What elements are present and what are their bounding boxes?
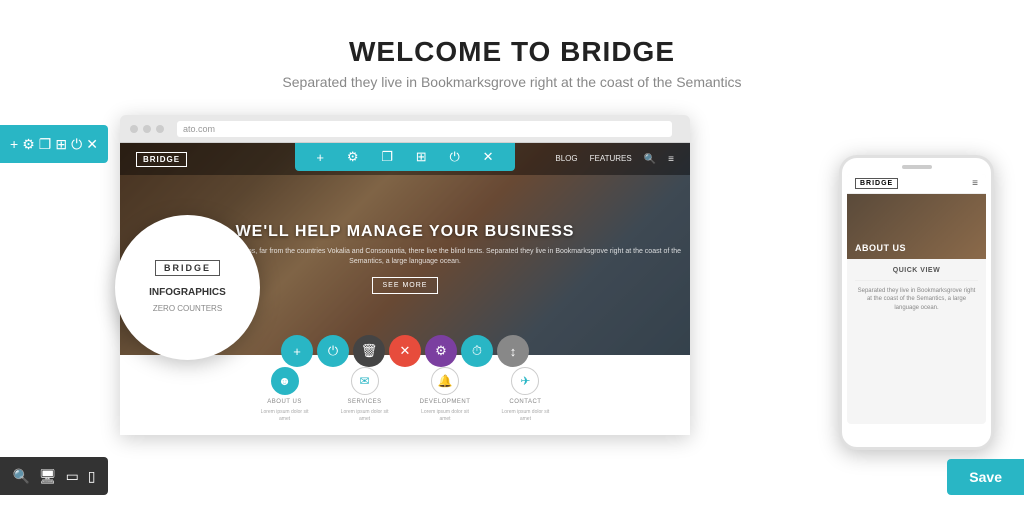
floating-edit-toolbar: + ⏻ 🗑 ✕ ⚙ ⏱ ↕ (281, 335, 529, 367)
site-features: ☻ ABOUT US Lorem ipsum dolor sit amet ✉ … (120, 355, 690, 435)
browser-dot-3 (156, 125, 164, 133)
bottom-toolbar: 🔍 🖥 ▭ ▯ (0, 457, 108, 495)
float-gear-button[interactable]: ⚙ (425, 335, 457, 367)
browser-gear-icon[interactable]: ⚙ (347, 149, 359, 165)
feature-development-label: DEVELOPMENT (420, 399, 471, 405)
monitor-icon[interactable]: 🖥 (39, 468, 57, 485)
site-nav-links: BLOG FEATURES 🔍 ≡ (555, 154, 674, 165)
feature-about-icon: ☻ (271, 367, 299, 395)
feature-about: ☻ ABOUT US Lorem ipsum dolor sit amet (260, 367, 310, 422)
feature-contact-text: Lorem ipsum dolor sit amet (500, 409, 550, 422)
browser-url: ato.com (177, 121, 672, 137)
circle-item-1: INFOGRAPHICS (149, 287, 226, 298)
feature-contact-label: CONTACT (509, 399, 541, 405)
trash-icon[interactable]: ✕ (86, 136, 98, 153)
feature-services-label: SERVICES (347, 399, 381, 405)
site-logo: BRIDGE (136, 152, 187, 167)
feature-services-text: Lorem ipsum dolor sit amet (340, 409, 390, 422)
mobile-hero: ABOUT US (847, 194, 986, 259)
copy-icon[interactable]: ❐ (39, 136, 52, 153)
search-icon[interactable]: 🔍 (12, 468, 29, 485)
nav-search-icon[interactable]: 🔍 (644, 154, 656, 165)
main-content: + ⚙ ❐ ⊞ ⏻ ✕ 🔍 🖥 ▭ ▯ Save BRIDGE INFOGRAP… (0, 115, 1024, 505)
float-chart-button[interactable]: ↕ (497, 335, 529, 367)
add-icon[interactable]: + (10, 136, 18, 152)
browser-toolbar-overlay: + ⚙ ❐ ⊞ ⏻ ✕ (295, 143, 515, 171)
feature-about-text: Lorem ipsum dolor sit amet (260, 409, 310, 422)
save-button[interactable]: Save (947, 459, 1024, 495)
gear-icon[interactable]: ⚙ (22, 136, 35, 153)
header-section: WELCOME TO BRIDGE Separated they live in… (0, 0, 1024, 110)
browser-grid-icon[interactable]: ⊞ (416, 149, 427, 165)
float-power-button[interactable]: ⏻ (317, 335, 349, 367)
mobile-mockup: BRIDGE ≡ ABOUT US QUICK VIEW Separated t… (839, 155, 994, 450)
page-subtitle: Separated they live in Bookmarksgrove ri… (20, 74, 1004, 90)
grid-icon[interactable]: ⊞ (55, 136, 67, 153)
page-title: WELCOME TO BRIDGE (20, 36, 1004, 68)
browser-dot-2 (143, 125, 151, 133)
mobile-description: Separated they live in Bookmarksgrove ri… (855, 287, 978, 312)
circle-logo: BRIDGE (155, 260, 220, 276)
mobile-speaker (902, 165, 932, 169)
browser-bar: ato.com (120, 115, 690, 143)
float-add-button[interactable]: + (281, 335, 313, 367)
tablet-icon[interactable]: ▭ (66, 468, 79, 485)
browser-add-icon[interactable]: + (316, 150, 324, 165)
browser-power-icon[interactable]: ⏻ (450, 149, 460, 165)
feature-development-text: Lorem ipsum dolor sit amet (420, 409, 470, 422)
nav-blog: BLOG (555, 154, 577, 165)
feature-services: ✉ SERVICES Lorem ipsum dolor sit amet (340, 367, 390, 422)
mobile-menu-icon[interactable]: ≡ (972, 178, 978, 189)
circle-overlay: BRIDGE INFOGRAPHICS ZERO COUNTERS (115, 215, 260, 360)
float-trash-button[interactable]: 🗑 (353, 335, 385, 367)
browser-dot-1 (130, 125, 138, 133)
power-icon[interactable]: ⏻ (71, 136, 82, 153)
hero-cta-button[interactable]: SEE MORE (372, 277, 439, 294)
feature-contact: ✈ CONTACT Lorem ipsum dolor sit amet (500, 367, 550, 422)
mobile-content: QUICK VIEW Separated they live in Bookma… (847, 259, 986, 320)
circle-item-2: ZERO COUNTERS (153, 304, 222, 313)
mobile-hero-title: ABOUT US (855, 243, 906, 253)
mobile-quick-view: QUICK VIEW (855, 267, 978, 274)
mobile-logo: BRIDGE (855, 178, 898, 189)
nav-menu-icon[interactable]: ≡ (668, 154, 674, 165)
mobile-icon[interactable]: ▯ (88, 468, 96, 485)
browser-trash-icon[interactable]: ✕ (483, 149, 494, 165)
feature-development-icon: 🔔 (431, 367, 459, 395)
feature-services-icon: ✉ (351, 367, 379, 395)
float-close-button[interactable]: ✕ (389, 335, 421, 367)
feature-development: 🔔 DEVELOPMENT Lorem ipsum dolor sit amet (420, 367, 471, 422)
left-toolbar: + ⚙ ❐ ⊞ ⏻ ✕ (0, 125, 108, 163)
mobile-nav: BRIDGE ≡ (847, 174, 986, 194)
nav-features: FEATURES (590, 154, 632, 165)
browser-copy-icon[interactable]: ❐ (381, 149, 393, 165)
mobile-screen: BRIDGE ≡ ABOUT US QUICK VIEW Separated t… (847, 174, 986, 424)
feature-about-label: ABOUT US (267, 399, 302, 405)
float-time-button[interactable]: ⏱ (461, 335, 493, 367)
mobile-divider (855, 280, 978, 281)
feature-contact-icon: ✈ (511, 367, 539, 395)
